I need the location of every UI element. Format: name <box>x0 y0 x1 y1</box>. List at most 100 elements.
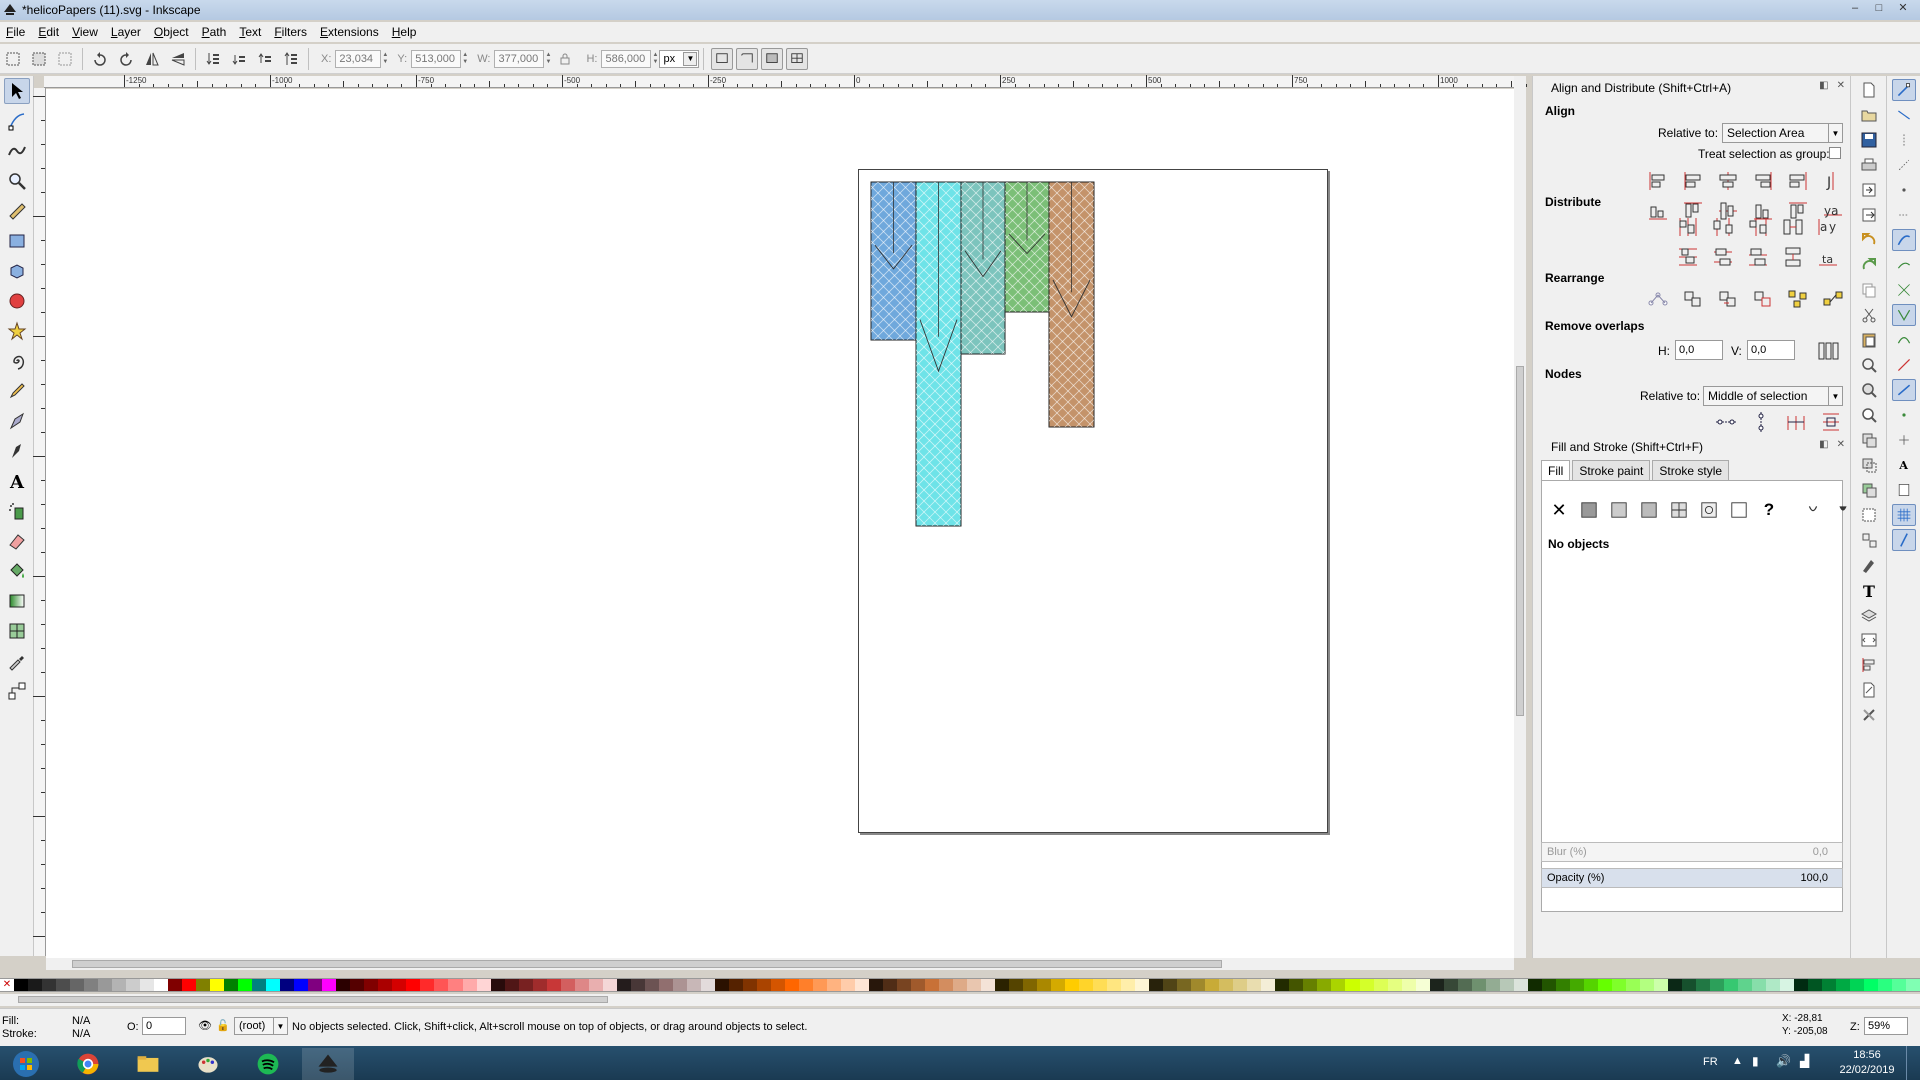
paint-taskbar-icon[interactable] <box>182 1048 234 1080</box>
color-swatch[interactable] <box>1037 979 1052 991</box>
zoom-page-icon[interactable] <box>1858 404 1880 426</box>
overlap-h-input[interactable]: 0,0 <box>1675 340 1723 360</box>
color-swatch[interactable] <box>700 979 715 991</box>
menu-help[interactable]: Help <box>392 25 417 39</box>
color-swatch[interactable] <box>476 979 491 991</box>
align-baseline-anchors-icon[interactable]: J <box>1820 168 1846 194</box>
vertical-scrollbar[interactable] <box>1514 76 1526 958</box>
color-swatch[interactable] <box>1275 979 1290 991</box>
color-swatch[interactable] <box>1205 979 1220 991</box>
inkscape-taskbar-icon[interactable] <box>302 1048 354 1080</box>
color-swatch[interactable] <box>784 979 799 991</box>
spotify-taskbar-icon[interactable] <box>242 1048 294 1080</box>
scale-corners-toggle[interactable] <box>736 47 759 70</box>
color-swatch[interactable] <box>1107 979 1122 991</box>
document-properties-icon[interactable] <box>1858 679 1880 701</box>
show-desktop-button[interactable] <box>1906 1046 1920 1080</box>
fill-rule-evenodd-icon[interactable] <box>1802 499 1824 521</box>
exchange-positions-stacking-order-icon[interactable] <box>1715 286 1741 312</box>
color-swatch[interactable] <box>1261 979 1276 991</box>
color-swatch[interactable] <box>420 979 435 991</box>
color-swatch[interactable] <box>1864 979 1879 991</box>
x-input[interactable]: 23,034 <box>335 49 382 68</box>
snap-bbox-corners-icon[interactable] <box>1892 154 1916 176</box>
align-right-edges-icon[interactable] <box>1750 168 1776 194</box>
color-swatch[interactable] <box>1247 979 1262 991</box>
zoom-drawing-icon[interactable] <box>1858 379 1880 401</box>
chrome-taskbar-icon[interactable] <box>62 1048 114 1080</box>
color-swatch[interactable] <box>868 979 883 991</box>
ellipse-tool-icon[interactable] <box>4 288 30 314</box>
color-swatch[interactable] <box>1359 979 1374 991</box>
align-right-to-left-icon[interactable] <box>1645 168 1671 194</box>
color-swatch[interactable] <box>1653 979 1668 991</box>
overlap-v-input[interactable]: 0,0 <box>1747 340 1795 360</box>
snap-others-icon[interactable] <box>1892 379 1916 401</box>
color-swatch[interactable] <box>574 979 589 991</box>
color-swatch[interactable] <box>686 979 701 991</box>
color-swatch[interactable] <box>266 979 281 991</box>
color-swatch[interactable] <box>56 979 71 991</box>
rectangle-tool-icon[interactable] <box>4 228 30 254</box>
color-swatch[interactable] <box>42 979 57 991</box>
opacity-slider[interactable]: Opacity (%) 100,0 <box>1541 868 1843 888</box>
rotate-ccw-icon[interactable] <box>90 49 110 69</box>
duplicate-icon[interactable] <box>1858 429 1880 451</box>
color-swatch[interactable] <box>504 979 519 991</box>
panel-close-icon[interactable]: ✕ <box>1837 80 1845 91</box>
color-swatch[interactable] <box>1093 979 1108 991</box>
color-swatch[interactable] <box>925 979 940 991</box>
lower-to-bottom-icon[interactable] <box>203 49 223 69</box>
palette-scrollbar[interactable] <box>0 994 1920 1006</box>
lower-icon[interactable] <box>229 49 249 69</box>
color-swatch[interactable] <box>953 979 968 991</box>
color-swatch[interactable] <box>364 979 379 991</box>
color-palette[interactable]: ✕ <box>0 978 1920 992</box>
spiral-tool-icon[interactable] <box>4 348 30 374</box>
color-swatch[interactable] <box>1583 979 1598 991</box>
color-swatch[interactable] <box>70 979 85 991</box>
color-swatch[interactable] <box>1667 979 1682 991</box>
unit-select[interactable]: px ▼ <box>659 49 700 68</box>
y-input[interactable]: 513,000 <box>411 49 462 68</box>
zoom-tool-icon[interactable] <box>4 168 30 194</box>
color-swatch[interactable] <box>1121 979 1136 991</box>
color-swatch[interactable] <box>322 979 337 991</box>
align-distribute-dialog-icon[interactable] <box>1858 654 1880 676</box>
mesh-tool-icon[interactable] <box>4 618 30 644</box>
color-swatch[interactable] <box>168 979 183 991</box>
linear-gradient-icon[interactable] <box>1608 499 1630 521</box>
color-swatch[interactable] <box>1625 979 1640 991</box>
import-icon[interactable] <box>1858 179 1880 201</box>
color-swatch[interactable] <box>602 979 617 991</box>
spray-tool-icon[interactable] <box>4 498 30 524</box>
pen-tool-icon[interactable] <box>4 408 30 434</box>
color-swatch[interactable] <box>630 979 645 991</box>
color-swatch[interactable] <box>588 979 603 991</box>
snap-object-midpoints-icon[interactable] <box>1892 404 1916 426</box>
color-swatch[interactable] <box>1597 979 1612 991</box>
w-input[interactable]: 377,000 <box>494 49 545 68</box>
export-icon[interactable] <box>1858 204 1880 226</box>
color-swatch[interactable] <box>1443 979 1458 991</box>
color-swatch[interactable] <box>1751 979 1766 991</box>
menu-file[interactable]: File <box>6 25 25 39</box>
3d-box-tool-icon[interactable] <box>4 258 30 284</box>
open-file-icon[interactable] <box>1858 104 1880 126</box>
deselect-icon[interactable] <box>55 49 75 69</box>
horizontal-scrollbar[interactable] <box>46 958 1514 970</box>
color-swatch[interactable] <box>154 979 169 991</box>
color-swatch[interactable] <box>882 979 897 991</box>
color-swatch[interactable] <box>616 979 631 991</box>
snap-bounding-box-icon[interactable] <box>1892 104 1916 126</box>
color-swatch[interactable] <box>490 979 505 991</box>
snap-guides-icon[interactable] <box>1892 529 1916 551</box>
color-swatch[interactable] <box>1499 979 1514 991</box>
select-all-icon[interactable] <box>3 49 23 69</box>
undo-icon[interactable] <box>1858 229 1880 251</box>
file-explorer-taskbar-icon[interactable] <box>122 1048 174 1080</box>
color-swatch[interactable] <box>1415 979 1430 991</box>
color-swatch[interactable] <box>182 979 197 991</box>
ungroup-icon[interactable] <box>1858 529 1880 551</box>
distribute-gaps-horizontally-icon[interactable] <box>1780 214 1806 240</box>
